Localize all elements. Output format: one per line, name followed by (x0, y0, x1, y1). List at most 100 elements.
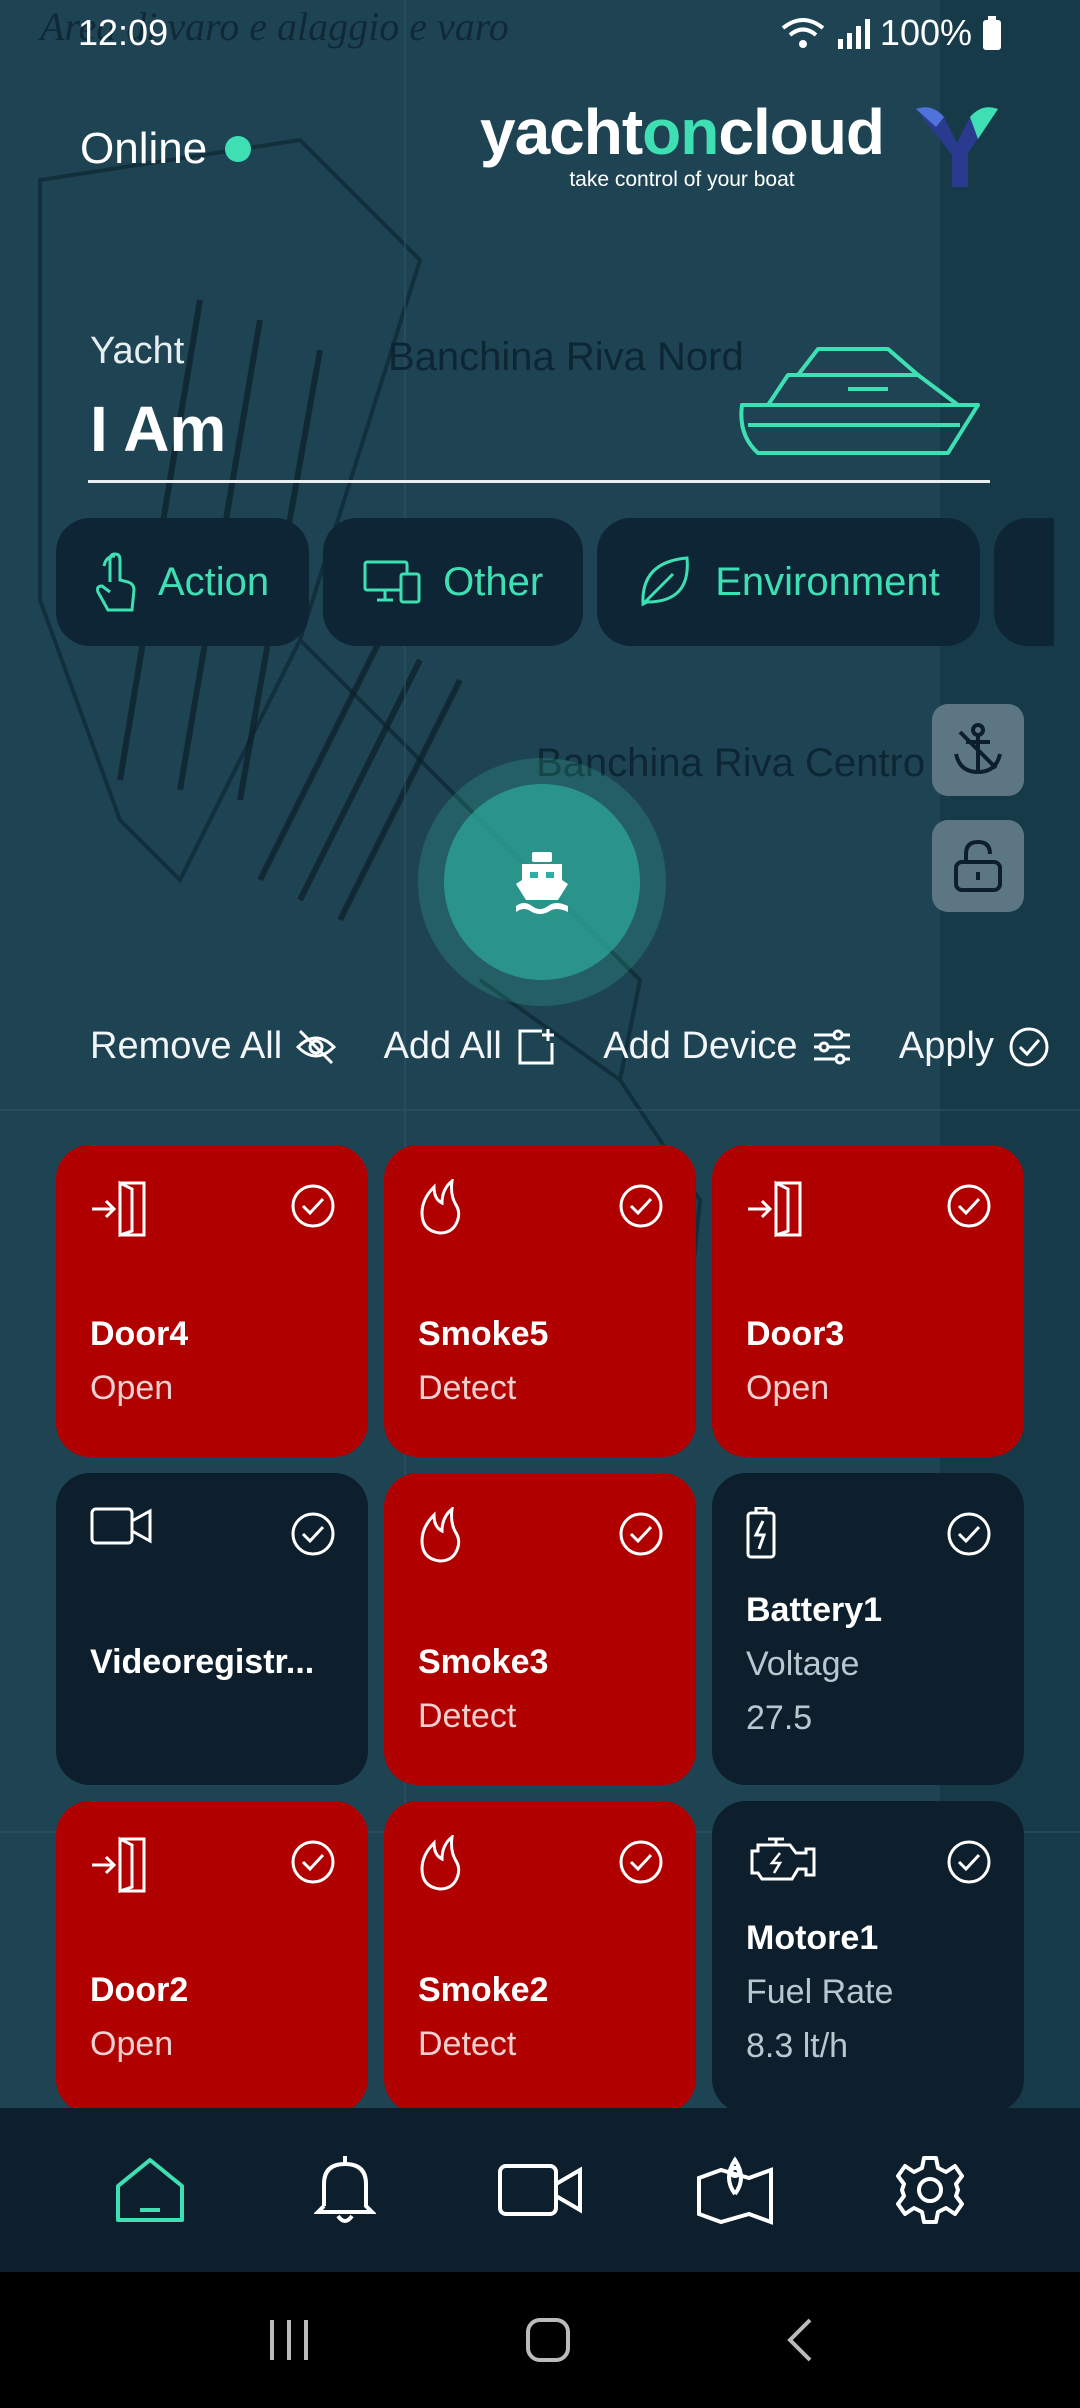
device-grid: Door4 Open Smoke5 Detect Door3 Open Videoregis… (56, 1145, 1024, 2113)
device-card[interactable]: Motore1 Fuel Rate 8.3 lt/h (712, 1801, 1024, 2113)
device-value: Open (90, 2025, 174, 2063)
eye-off-icon (296, 1029, 337, 1064)
yacht-underline (88, 480, 990, 483)
device-name: Door2 (90, 1971, 189, 2009)
camera-icon (497, 2164, 582, 2216)
category-action-button[interactable]: Action (56, 518, 310, 646)
add-device-button[interactable]: Add Device (603, 1025, 851, 1068)
bell-icon (313, 2156, 376, 2223)
device-card[interactable]: Battery1 Voltage 27.5 (712, 1473, 1024, 1785)
anchor-button[interactable] (932, 704, 1024, 796)
leaf-icon (641, 556, 690, 607)
svg-text:Banchina Riva Nord: Banchina Riva Nord (388, 335, 744, 379)
device-name: Smoke2 (418, 1971, 549, 2009)
category-environment-button[interactable]: Environment (597, 518, 980, 646)
check-circle-icon[interactable] (946, 1511, 992, 1562)
video-icon (90, 1507, 152, 1550)
nav-settings-button[interactable] (870, 2130, 990, 2250)
back-icon[interactable] (784, 2316, 814, 2364)
add-all-button[interactable]: Add All (384, 1025, 556, 1068)
devices-icon (363, 560, 421, 604)
device-name: Battery1 (746, 1591, 883, 1629)
check-circle-icon[interactable] (618, 1183, 664, 1234)
device-value: Detect (418, 1697, 517, 1735)
home-icon (115, 2158, 184, 2222)
boat-position-marker[interactable] (444, 784, 640, 980)
device-actions-bar: Remove All Add All Add Device Apply (90, 1025, 1050, 1068)
apply-label: Apply (898, 1025, 994, 1067)
device-name: Smoke5 (418, 1315, 549, 1353)
device-value: 8.3 lt/h (746, 2027, 849, 2065)
online-status: Online (80, 124, 252, 174)
category-action-label: Action (158, 559, 270, 604)
device-name: Door4 (90, 1315, 189, 1353)
sliders-icon (813, 1029, 850, 1064)
wifi-icon (781, 18, 825, 48)
add-square-icon (518, 1028, 554, 1064)
signal-icon (837, 19, 870, 49)
recent-apps-icon[interactable] (266, 2318, 312, 2362)
nav-home-button[interactable] (90, 2130, 210, 2250)
device-name: Door3 (746, 1315, 845, 1353)
device-value: Detect (418, 2025, 517, 2063)
device-value: Open (90, 1369, 174, 1407)
category-other-button[interactable]: Other (323, 518, 584, 646)
door-icon (90, 1835, 150, 1900)
category-more-button[interactable] (993, 518, 1054, 646)
device-card[interactable]: Door2 Open (56, 1801, 368, 2113)
device-card[interactable]: Door4 Open (56, 1145, 368, 1457)
check-circle-icon[interactable] (618, 1839, 664, 1890)
device-name: Motore1 (746, 1919, 879, 1957)
check-circle-icon (1009, 1027, 1049, 1066)
unlock-icon (954, 839, 1002, 892)
device-card[interactable]: Smoke3 Detect (384, 1473, 696, 1785)
battery-status-icon (983, 16, 1001, 50)
engine-icon (746, 1835, 818, 1888)
status-bar: 12:09 100% (0, 0, 1080, 64)
nav-camera-button[interactable] (480, 2130, 600, 2250)
category-other-label: Other (443, 559, 544, 604)
add-all-label: Add All (383, 1025, 502, 1067)
remove-all-label: Remove All (90, 1025, 283, 1067)
device-card[interactable]: Door3 Open (712, 1145, 1024, 1457)
device-card[interactable]: Smoke2 Detect (384, 1801, 696, 2113)
lock-button[interactable] (932, 820, 1024, 912)
add-device-label: Add Device (603, 1025, 798, 1067)
check-circle-icon[interactable] (946, 1839, 992, 1890)
device-value: Voltage (746, 1645, 860, 1683)
yacht-icon (739, 347, 980, 455)
home-button-icon[interactable] (524, 2316, 572, 2364)
yacht-name[interactable]: I Am (90, 392, 226, 466)
bottom-navigation (0, 2108, 1080, 2272)
check-circle-icon[interactable] (290, 1839, 336, 1890)
online-label: Online (80, 124, 208, 173)
device-card[interactable]: Smoke5 Detect (384, 1145, 696, 1457)
door-icon (746, 1179, 806, 1244)
yacht-label: Yacht (90, 330, 185, 372)
check-circle-icon[interactable] (290, 1183, 336, 1234)
nav-map-button[interactable] (675, 2130, 795, 2250)
device-card[interactable]: Videoregistr... (56, 1473, 368, 1785)
map-icon (697, 2156, 774, 2225)
category-environment-label: Environment (715, 559, 940, 604)
system-navigation-bar (0, 2272, 1080, 2408)
settings-icon (896, 2156, 965, 2224)
boat-icon (516, 852, 568, 914)
device-name: Smoke3 (418, 1643, 549, 1681)
apply-button[interactable]: Apply (899, 1025, 1050, 1068)
device-value: Detect (418, 1369, 517, 1407)
check-circle-icon[interactable] (618, 1511, 664, 1562)
nav-notifications-button[interactable] (285, 2130, 405, 2250)
device-name: Videoregistr... (90, 1643, 315, 1681)
clock: 12:09 (78, 12, 169, 53)
check-circle-icon[interactable] (290, 1511, 336, 1562)
anchor-icon (954, 723, 1002, 775)
check-circle-icon[interactable] (946, 1183, 992, 1234)
remove-all-button[interactable]: Remove All (90, 1025, 337, 1068)
brand-logo: yachtoncloud take control of your boat (480, 100, 1002, 192)
online-dot (225, 136, 252, 162)
device-value: Fuel Rate (746, 1973, 894, 2011)
flame-icon (418, 1833, 462, 1896)
touch-icon (96, 552, 136, 612)
flame-icon (418, 1177, 462, 1240)
